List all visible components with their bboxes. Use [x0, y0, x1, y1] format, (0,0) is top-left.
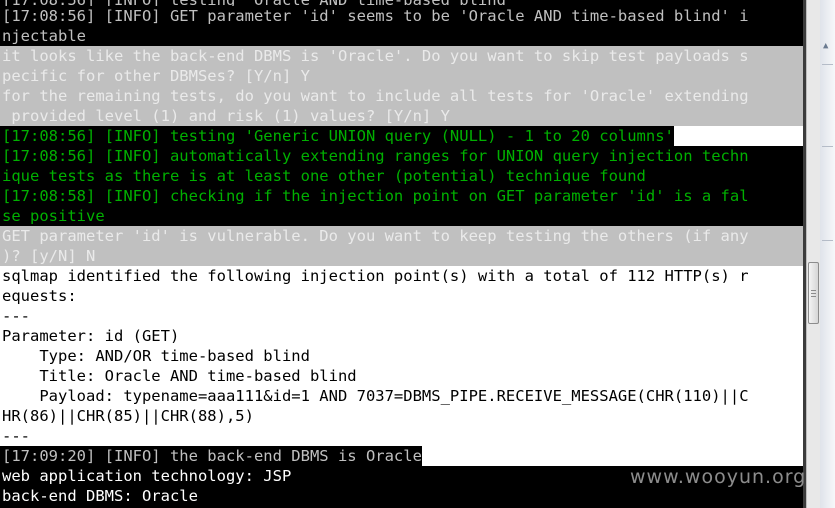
- terminal-line: ---: [0, 306, 803, 326]
- divider: [822, 146, 833, 147]
- terminal-line: se positive: [0, 206, 803, 226]
- chevron-up-icon: ▲: [823, 41, 829, 51]
- terminal-line: ---: [0, 426, 803, 446]
- terminal-line: sqlmap identified the following injectio…: [0, 266, 803, 286]
- background-window-edge: ▲: [820, 0, 835, 508]
- terminal-line: equests:: [0, 286, 803, 306]
- terminal-line: njectable: [0, 26, 803, 46]
- vertical-scrollbar[interactable]: [806, 0, 820, 508]
- terminal-line: [17:08:58] [INFO] checking if the inject…: [0, 186, 803, 206]
- terminal-line: [17:09:20] [INFO] the back-end DBMS is O…: [0, 446, 422, 466]
- terminal-line: it looks like the back-end DBMS is 'Orac…: [0, 46, 803, 66]
- terminal-window[interactable]: [17:08:56] [INFO] testing 'Oracle AND ti…: [0, 0, 803, 508]
- terminal-line: [17:08:56] [INFO] automatically extendin…: [0, 146, 803, 166]
- terminal-line: [17:08:56] [INFO] GET parameter 'id' see…: [0, 6, 803, 26]
- watermark: www.wooyun.org: [630, 466, 807, 488]
- grip-icon: [811, 293, 816, 294]
- terminal-line: Type: AND/OR time-based blind: [0, 346, 803, 366]
- grip-icon: [811, 296, 816, 297]
- scrollbar-thumb[interactable]: [808, 262, 819, 324]
- terminal-line: Title: Oracle AND time-based blind: [0, 366, 803, 386]
- terminal-line: HR(86)||CHR(85)||CHR(88),5): [0, 406, 803, 426]
- terminal-line: pecific for other DBMSes? [Y/n] Y: [0, 66, 803, 86]
- grip-icon: [811, 290, 816, 291]
- divider: [822, 240, 833, 241]
- terminal-line: for the remaining tests, do you want to …: [0, 86, 803, 106]
- terminal-line: [17:08:56] [INFO] testing 'Generic UNION…: [0, 126, 674, 146]
- terminal-line: )? [y/N] N: [0, 246, 803, 266]
- terminal-line: GET parameter 'id' is vulnerable. Do you…: [0, 226, 803, 246]
- terminal-line: Payload: typename=aaa111&id=1 AND 7037=D…: [0, 386, 803, 406]
- terminal-line: Parameter: id (GET): [0, 326, 803, 346]
- terminal-line: provided level (1) and risk (1) values? …: [0, 106, 803, 126]
- divider: [822, 64, 833, 65]
- terminal-line: ique tests as there is at least one othe…: [0, 166, 803, 186]
